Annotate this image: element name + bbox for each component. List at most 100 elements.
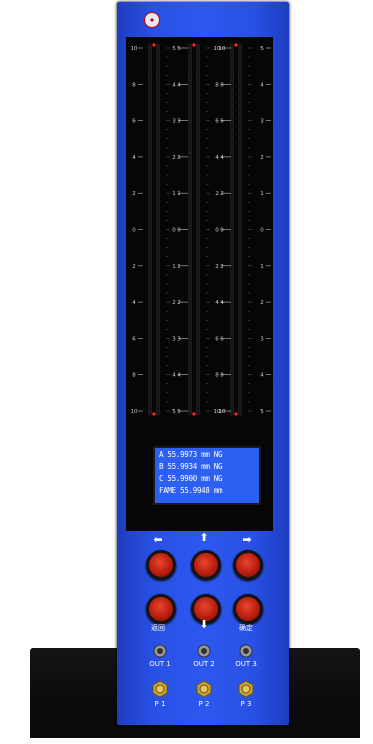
arrow-right-icon: ➡ (242, 533, 252, 546)
gauge-tick-label: 6 (220, 119, 224, 125)
gauge-tick-label: 2 (177, 155, 181, 161)
gauge-tick-label: 1 (172, 191, 176, 197)
gauge-tick-label: 4 (177, 82, 181, 88)
gauge-tick-label: 4 (177, 373, 181, 379)
gauge-tick-label: 4 (132, 300, 136, 306)
gauge-bottom-indicator (192, 412, 196, 416)
gauge-bottom-indicator (152, 412, 156, 416)
back-button[interactable] (146, 594, 176, 624)
gauge-tick-label: 2 (220, 264, 224, 270)
gauge-tick-label: 2 (260, 300, 264, 306)
gauge-tick-label: 2 (132, 191, 136, 197)
gauge-tick-label: 1 (260, 191, 264, 197)
gauge-tick-label: 3 (172, 119, 176, 125)
gauge-bar (188, 43, 192, 416)
gauge-tick-label: 10 (131, 46, 138, 52)
gauge-tick-label: 2 (177, 300, 181, 306)
gauge-tick-label: 6 (220, 336, 224, 342)
gauge-tick-label: 6 (132, 119, 136, 125)
gauge-bottom-indicator (234, 412, 238, 416)
gauge-tick-label: 0 (260, 228, 264, 234)
confirm-label: 确定 (239, 624, 253, 632)
gauge-tick-label: 10 (131, 409, 138, 415)
gauge-tick-label: 0 (132, 228, 136, 234)
gauge-tick-label: 0 (215, 228, 219, 234)
gauge-tick-label: 4 (172, 373, 176, 379)
gauge-tick-label: 0 (220, 228, 224, 234)
out1-toggle-icon[interactable] (153, 644, 167, 658)
lcd-row-fame: FAME 55.9948 mm (159, 486, 223, 495)
out2-toggle-icon[interactable] (197, 644, 211, 658)
gauge-tick-label: 4 (220, 300, 224, 306)
p1-label: P 1 (154, 700, 166, 708)
gauge-tick-label: 3 (260, 336, 264, 342)
gauge-tick-label: 4 (215, 300, 219, 306)
gauge-tick-label: 1 (177, 191, 181, 197)
gauge-tick-label: 8 (220, 373, 224, 379)
gauge-tick-label: 5 (172, 46, 176, 52)
gauge-tick-label: 6 (132, 336, 136, 342)
gauge-tick-label: 4 (260, 373, 264, 379)
left-button[interactable] (146, 550, 176, 580)
gauge-tick-label: 10 (219, 46, 226, 52)
lcd-screen: A 55.9973 mm NG B 55.9934 mm NG C 55.990… (153, 446, 261, 505)
back-label: 返回 (151, 624, 165, 632)
gauge-tick-label: 0 (172, 228, 176, 234)
arrow-left-icon: ⬅ (153, 533, 163, 546)
right-button[interactable] (233, 550, 263, 580)
gauge-tick-label: 4 (220, 155, 224, 161)
gauge-tick-label: 5 (260, 46, 264, 52)
arrow-down-icon: ⬇ (199, 618, 209, 631)
gauge-tick-label: 3 (177, 119, 181, 125)
gauge-top-indicator (192, 43, 196, 47)
gauge-tick-label: 2 (132, 264, 136, 270)
gauge-tick-label: 3 (260, 119, 264, 125)
gauge-tick-label: 2 (172, 155, 176, 161)
gauge-tick-label: 4 (260, 82, 264, 88)
gauge-tick-label: 2 (260, 155, 264, 161)
bar-gauges: 1086420246810543210123455432101234510864… (131, 43, 271, 416)
gauge-tick-label: 0 (177, 228, 181, 234)
gauge-tick-label: 4 (172, 82, 176, 88)
gauge-tick-label: 1 (172, 264, 176, 270)
gauge-tick-label: 4 (132, 155, 136, 161)
confirm-button[interactable] (233, 594, 263, 624)
out2-label: OUT 2 (193, 660, 215, 668)
p1-connector-icon[interactable] (151, 680, 169, 698)
lcd-row-c: C 55.9900 mm NG (159, 474, 223, 483)
lcd-row-b: B 55.9934 mm NG (159, 462, 223, 471)
gauge-tick-label: 2 (220, 191, 224, 197)
gauge-tick-label: 4 (215, 155, 219, 161)
out1-label: OUT 1 (149, 660, 171, 668)
gauge-tick-label: 2 (215, 191, 219, 197)
gauge-tick-label: 8 (132, 373, 136, 379)
gauge-tick-label: 5 (172, 409, 176, 415)
gauge-tick-label: 5 (260, 409, 264, 415)
gauge-tick-label: 5 (177, 409, 181, 415)
p3-connector-icon[interactable] (237, 680, 255, 698)
gauge-tick-label: 2 (172, 300, 176, 306)
up-button[interactable] (191, 550, 221, 580)
gauge-bar (148, 43, 152, 416)
gauge-tick-label: 8 (215, 82, 219, 88)
arrow-up-icon: ⬆ (199, 531, 209, 544)
out3-toggle-icon[interactable] (239, 644, 253, 658)
gauge-tick-label: 6 (215, 119, 219, 125)
gauge-top-indicator (234, 43, 238, 47)
gauge-tick-label: 1 (177, 264, 181, 270)
gauge-tick-label: 8 (220, 82, 224, 88)
p2-connector-icon[interactable] (195, 680, 213, 698)
gauge-tick-label: 8 (132, 82, 136, 88)
gauge-top-indicator (152, 43, 156, 47)
out3-label: OUT 3 (235, 660, 257, 668)
gauge-tick-label: 5 (177, 46, 181, 52)
p2-label: P 2 (198, 700, 210, 708)
gauge-tick-label: 3 (177, 336, 181, 342)
gauge-bar (196, 43, 200, 416)
gauge-tick-label: 10 (219, 409, 226, 415)
gauge-bar (238, 43, 242, 416)
gauge-tick-label: 6 (215, 336, 219, 342)
gauge-tick-label: 1 (260, 264, 264, 270)
gauge-tick-label: 8 (215, 373, 219, 379)
p3-label: P 3 (240, 700, 252, 708)
